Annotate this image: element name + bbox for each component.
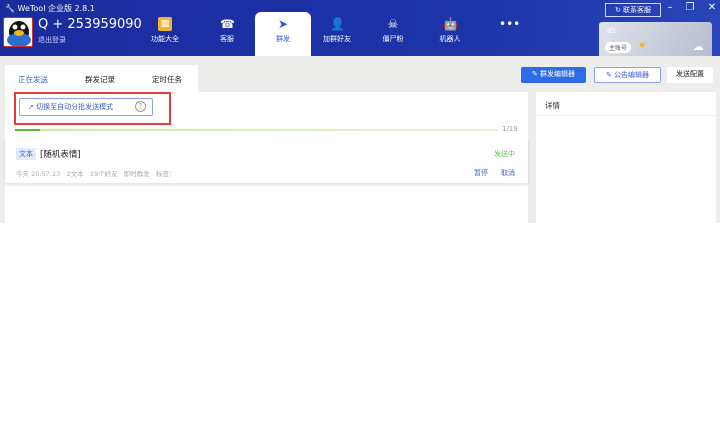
nav-add-group-friends[interactable]: 👤 加群好友: [309, 12, 365, 56]
skull-icon: ☠: [387, 17, 399, 31]
nav-customer-service[interactable]: ☎ 客服: [199, 12, 255, 56]
headset-icon: ☎: [220, 17, 235, 31]
task-content: [随机表情]: [40, 150, 81, 160]
tab-scheduled[interactable]: 定时任务: [152, 74, 182, 85]
add-user-icon: 👤: [330, 17, 345, 31]
edit-icon: ✎: [605, 71, 612, 79]
send-icon: ➤: [277, 17, 289, 31]
logout-link[interactable]: 退出登录: [38, 35, 66, 45]
progress-bar: [15, 129, 498, 131]
minimize-button[interactable]: –: [663, 2, 677, 13]
task-card: 文本 [随机表情] 发送中 今天 20:57:23 2文本 19个好友 即时群发…: [5, 138, 528, 183]
robot-icon: 🤖: [443, 17, 458, 31]
highlight-box: [14, 92, 171, 125]
maximize-button[interactable]: ❐: [683, 2, 697, 13]
nav-robot[interactable]: 🤖 机器人: [422, 12, 478, 56]
header-bar: 🔧 WeTool 企业版 2.8.1 Q + 253959090 退出登录 ▦ 功…: [0, 0, 720, 56]
edit-icon: ✎: [531, 70, 538, 78]
account-badge: 主账号: [605, 42, 632, 53]
grid-icon: ▦: [158, 17, 172, 31]
tab-history[interactable]: 群发记录: [85, 74, 115, 85]
tab-sending[interactable]: 正在发送: [18, 74, 48, 85]
headset-icon: ↻: [614, 6, 621, 14]
close-button[interactable]: ✕: [705, 2, 719, 13]
app-title: 🔧 WeTool 企业版 2.8.1: [5, 4, 95, 13]
contact-support-button[interactable]: ↻ 联系客服: [605, 3, 661, 17]
notice-editor-button[interactable]: ✎ 公告编辑器: [594, 67, 661, 83]
type-badge: 文本: [16, 148, 36, 160]
task-meta: 今天 20:57:23 2文本 19个好友 即时群发 标签：: [16, 170, 176, 178]
mass-editor-button[interactable]: ✎ 群发编辑器: [521, 67, 586, 83]
send-config-button[interactable]: 发送配置: [667, 67, 713, 83]
avatar[interactable]: [3, 17, 33, 47]
penguin-icon: [7, 21, 31, 46]
progress-text: 1/19: [502, 125, 518, 133]
nav-function-list[interactable]: ▦ 功能大全: [137, 12, 193, 56]
nav-mass-send[interactable]: ➤ 群发: [255, 12, 311, 56]
tab-bar: 正在发送 群发记录 定时任务: [5, 65, 198, 92]
sending-panel: ➚ 切换至自动分批发送模式? 1/19 文本 [随机表情] 发送中 今天 20:…: [5, 92, 528, 223]
wrench-icon: 🔧: [5, 4, 15, 13]
account-number: Q + 253959090: [38, 17, 142, 32]
main-area: 正在发送 群发记录 定时任务 ✎ 群发编辑器 ✎ 公告编辑器 发送配置 ➚ 切换…: [0, 56, 720, 223]
detail-title: 详情: [545, 101, 560, 110]
cloud-icon: ☁: [693, 40, 704, 53]
nav-zombie-fans[interactable]: ☠ 僵尸粉: [365, 12, 421, 56]
status-text: 发送中: [494, 150, 515, 158]
account-card[interactable]: ID: 主账号 ◆ ☁: [599, 22, 712, 56]
pause-link[interactable]: 暂停: [474, 168, 488, 178]
diamond-icon: ◆: [639, 40, 646, 49]
divider: [536, 115, 716, 116]
more-icon: •••: [499, 17, 521, 31]
detail-panel: 详情: [536, 92, 716, 223]
nav-more[interactable]: •••: [478, 12, 534, 56]
cancel-link[interactable]: 取消: [501, 168, 515, 178]
